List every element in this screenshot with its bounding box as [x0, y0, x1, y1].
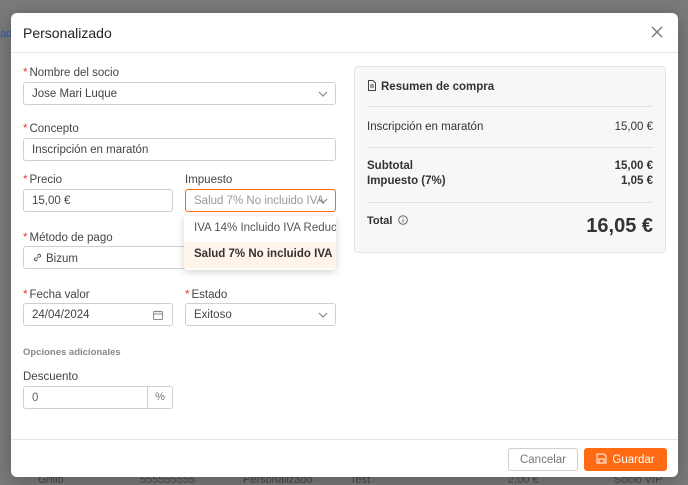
modal-title: Personalizado: [23, 25, 112, 41]
impuesto-label: Impuesto: [185, 174, 233, 186]
impuesto-dropdown: IVA 14% Incluido IVA Reducido Salud 7% N…: [184, 216, 336, 270]
metodo-label: * Método de pago: [23, 232, 113, 244]
descuento-label: Descuento: [23, 371, 78, 383]
divider: [367, 106, 653, 107]
divider: [367, 147, 653, 148]
modal-header: Personalizado: [11, 13, 678, 53]
modal-footer: Cancelar Guardar: [11, 439, 678, 477]
socio-select[interactable]: Jose Mari Luque: [23, 82, 336, 105]
concepto-input[interactable]: Inscripción en maratón: [23, 138, 336, 161]
chevron-down-icon: [318, 312, 328, 318]
impuesto-option[interactable]: IVA 14% Incluido IVA Reducido: [184, 216, 336, 242]
summary-title: Resumen de compra: [367, 80, 494, 93]
info-icon: [397, 215, 408, 225]
impuesto-option-selected[interactable]: Salud 7% No incluido IVA: [184, 242, 336, 268]
link-icon: [33, 253, 42, 262]
descuento-input[interactable]: 0 %: [23, 386, 173, 409]
precio-label: * Precio: [23, 174, 63, 186]
fecha-valor-input[interactable]: 24/04/2024: [23, 303, 173, 326]
close-button[interactable]: [648, 23, 666, 41]
chevron-down-icon: [318, 91, 328, 97]
custom-payment-modal: Personalizado * Nombre del socio Jose Mar…: [11, 13, 678, 477]
opciones-adicionales-heading: Opciones adicionales: [23, 347, 121, 358]
estado-select[interactable]: Exitoso: [185, 303, 336, 326]
socio-label: * Nombre del socio: [23, 67, 119, 79]
close-icon: [651, 26, 663, 38]
chevron-down-icon: [318, 198, 328, 204]
subtotal-row: Subtotal 15,00 €: [367, 160, 653, 172]
save-icon: [596, 453, 607, 464]
save-button[interactable]: Guardar: [584, 448, 667, 471]
concepto-label: * Concepto: [23, 123, 79, 135]
total-label: Total: [367, 215, 408, 227]
total-value: 16,05 €: [586, 215, 653, 237]
impuesto-select[interactable]: Salud 7% No incluido IVA: [185, 189, 336, 212]
cancel-button[interactable]: Cancelar: [508, 448, 578, 471]
estado-label: * Estado: [185, 289, 228, 301]
fecha-label: * Fecha valor: [23, 289, 90, 301]
background-edge-text: ad: [0, 28, 13, 40]
tax-row: Impuesto (7%) 1,05 €: [367, 175, 653, 187]
purchase-summary-panel: Resumen de compra Inscripción en maratón…: [354, 66, 666, 253]
document-icon: [368, 80, 376, 91]
divider: [367, 202, 653, 203]
precio-input[interactable]: 15,00 €: [23, 189, 173, 212]
summary-item-row: Inscripción en maratón 15,00 €: [367, 121, 653, 133]
percent-suffix: %: [147, 387, 172, 408]
calendar-icon: [153, 310, 163, 320]
